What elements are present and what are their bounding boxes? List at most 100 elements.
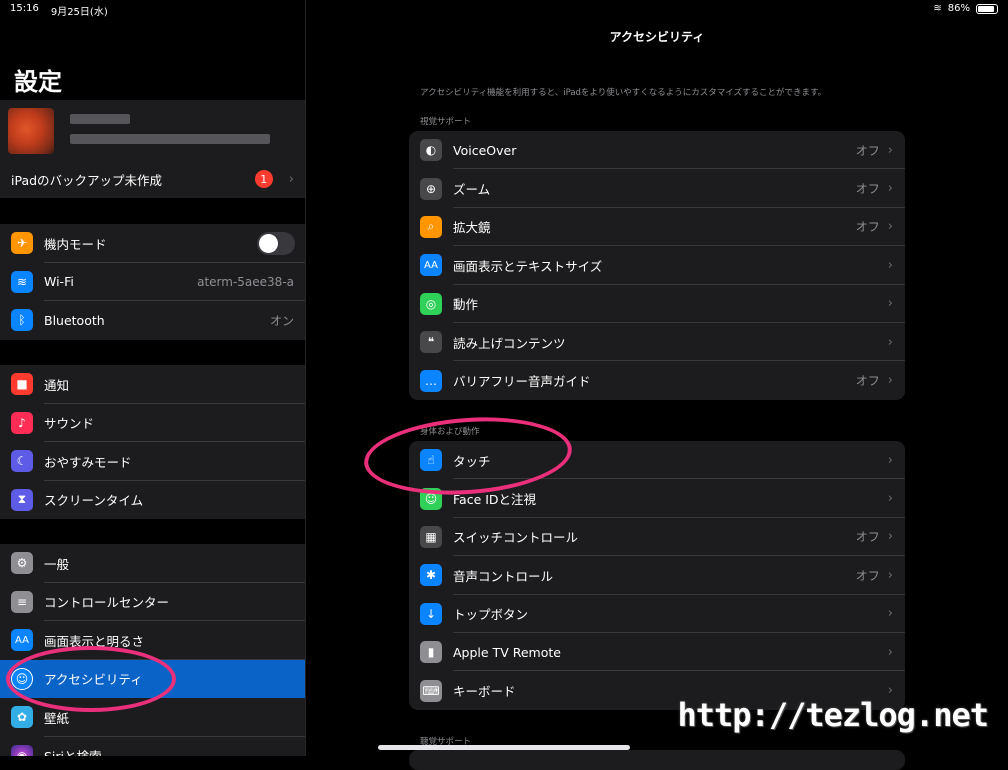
section-header-vision: 視覚サポート bbox=[420, 117, 472, 127]
sidebar-item-label: コントロールセンター bbox=[44, 595, 170, 611]
setting-label: 読み上げコンテンツ bbox=[453, 335, 566, 351]
audio-description-icon: … bbox=[420, 369, 442, 392]
bluetooth-icon: ᛒ bbox=[11, 309, 33, 332]
sidebar-item-label: Wi-Fi bbox=[44, 274, 74, 290]
sidebar-item-do-not-disturb[interactable]: ☾ おやすみモード bbox=[0, 442, 305, 481]
chevron-right-icon: › bbox=[887, 491, 893, 507]
setting-top-button[interactable]: ↓ トップボタン › bbox=[409, 595, 905, 634]
setting-audio-descriptions[interactable]: … バリアフリー音声ガイド オフ › bbox=[409, 361, 905, 399]
text-size-icon: AA bbox=[420, 254, 442, 277]
backup-label: iPadのバックアップ未作成 bbox=[11, 172, 163, 188]
chevron-right-icon: › bbox=[887, 452, 893, 468]
magnifier-icon: ⌕ bbox=[420, 215, 442, 238]
bluetooth-status: オン bbox=[269, 313, 294, 328]
sidebar-item-airplane-mode[interactable]: ✈ 機内モード bbox=[0, 224, 305, 263]
battery-percent: 86% bbox=[947, 3, 970, 14]
sidebar-group-notifications: ■ 通知 ♪ サウンド ☾ おやすみモード ⧗ スクリーンタイム bbox=[0, 365, 305, 520]
setting-zoom[interactable]: ⊕ ズーム オフ › bbox=[409, 169, 905, 209]
setting-voice-control[interactable]: ✱ 音声コントロール オフ › bbox=[409, 556, 905, 595]
sidebar-item-label: 機内モード bbox=[44, 236, 107, 252]
chevron-right-icon: › bbox=[887, 373, 893, 389]
setting-voiceover[interactable]: ◐ VoiceOver オフ › bbox=[409, 131, 905, 170]
accessibility-panel: アクセシビリティ アクセシビリティ機能を利用すると、iPadをより使いやすくなる… bbox=[306, 0, 1008, 770]
setting-value: オフ bbox=[855, 220, 880, 235]
zoom-icon: ⊕ bbox=[420, 177, 442, 200]
setting-value: オフ bbox=[855, 568, 880, 583]
setting-label: 動作 bbox=[453, 297, 479, 313]
setting-switch-control[interactable]: ▦ スイッチコントロール オフ › bbox=[409, 518, 905, 557]
sidebar-item-wifi[interactable]: ≋ Wi-Fi aterm-5aee38-a bbox=[0, 263, 305, 302]
page-title: アクセシビリティ bbox=[609, 30, 705, 44]
sidebar-item-label: 通知 bbox=[44, 377, 70, 393]
sidebar-item-label: おやすみモード bbox=[44, 454, 132, 470]
sound-icon: ♪ bbox=[11, 411, 33, 434]
spoken-content-icon: ❝ bbox=[420, 331, 442, 354]
chevron-right-icon: › bbox=[887, 334, 893, 350]
backup-warning-row[interactable]: iPadのバックアップ未作成 1 › bbox=[0, 160, 305, 198]
chevron-right-icon: › bbox=[887, 181, 893, 197]
blurred-subtitle bbox=[70, 134, 270, 144]
avatar bbox=[8, 108, 54, 154]
motion-icon: ◎ bbox=[420, 292, 442, 315]
sidebar-item-label: Siriと検索 bbox=[44, 746, 305, 756]
backup-badge: 1 bbox=[254, 170, 273, 188]
toggles-icon: ≡ bbox=[11, 590, 33, 613]
settings-sidebar: 設定 iPadのバックアップ未作成 1 › ✈ 機内モード ≋ Wi-Fi at… bbox=[0, 0, 306, 756]
sidebar-group-connectivity: ✈ 機内モード ≋ Wi-Fi aterm-5aee38-a ᛒ Bluetoo… bbox=[0, 224, 305, 340]
setting-label: バリアフリー音声ガイド bbox=[453, 374, 591, 390]
setting-magnifier[interactable]: ⌕ 拡大鏡 オフ › bbox=[409, 208, 905, 247]
switch-control-icon: ▦ bbox=[420, 525, 442, 548]
sidebar-item-notifications[interactable]: ■ 通知 bbox=[0, 365, 305, 404]
airplane-icon: ✈ bbox=[11, 232, 33, 255]
gear-icon: ⚙ bbox=[11, 552, 33, 575]
setting-label: 拡大鏡 bbox=[453, 220, 491, 236]
moon-icon: ☾ bbox=[11, 450, 33, 473]
setting-value: オフ bbox=[855, 143, 880, 158]
setting-label: スイッチコントロール bbox=[453, 530, 579, 546]
chevron-right-icon: › bbox=[887, 296, 893, 312]
sidebar-item-sound[interactable]: ♪ サウンド bbox=[0, 404, 305, 443]
sidebar-title: 設定 bbox=[14, 68, 62, 96]
setting-label: トップボタン bbox=[453, 607, 529, 623]
setting-label: VoiceOver bbox=[453, 142, 517, 158]
battery-icon bbox=[976, 3, 998, 14]
wifi-icon: ≋ bbox=[11, 270, 33, 293]
airplane-mode-toggle[interactable] bbox=[257, 231, 295, 255]
sidebar-item-control-center[interactable]: ≡ コントロールセンター bbox=[0, 583, 305, 622]
wallpaper-icon: ✿ bbox=[11, 706, 33, 729]
chevron-right-icon: › bbox=[887, 219, 893, 235]
page-description: アクセシビリティ機能を利用すると、iPadをより使いやすくなるようにカスタマイズ… bbox=[420, 88, 827, 98]
setting-apple-tv-remote[interactable]: ▮ Apple TV Remote › bbox=[409, 633, 905, 672]
sidebar-item-siri-search[interactable]: ◉ Siriと検索 bbox=[0, 737, 305, 756]
display-icon: AA bbox=[11, 629, 33, 652]
vision-settings-group: ◐ VoiceOver オフ › ⊕ ズーム オフ › ⌕ 拡大鏡 オフ › A… bbox=[409, 131, 905, 400]
voice-control-icon: ✱ bbox=[420, 564, 442, 587]
sidebar-item-screen-time[interactable]: ⧗ スクリーンタイム bbox=[0, 481, 305, 520]
setting-label: 画面表示とテキストサイズ bbox=[453, 258, 603, 274]
top-button-icon: ↓ bbox=[420, 602, 442, 625]
chevron-right-icon: › bbox=[887, 257, 893, 273]
hourglass-icon: ⧗ bbox=[11, 488, 33, 511]
hearing-settings-group bbox=[409, 750, 905, 770]
setting-value: オフ bbox=[855, 374, 880, 389]
setting-label: Face IDと注視 bbox=[453, 492, 537, 508]
highlight-circle-accessibility bbox=[6, 646, 176, 712]
status-date: 9月25日(水) bbox=[50, 7, 108, 18]
sidebar-item-bluetooth[interactable]: ᛒ Bluetooth オン bbox=[0, 301, 305, 340]
setting-spoken-content[interactable]: ❝ 読み上げコンテンツ › bbox=[409, 323, 905, 362]
remote-icon: ▮ bbox=[420, 641, 442, 664]
setting-label: Apple TV Remote bbox=[453, 644, 561, 660]
wifi-network-name: aterm-5aee38-a bbox=[197, 274, 294, 289]
sidebar-item-general[interactable]: ⚙ 一般 bbox=[0, 544, 305, 583]
setting-motion[interactable]: ◎ 動作 › bbox=[409, 285, 905, 324]
siri-icon: ◉ bbox=[11, 744, 33, 756]
apple-id-profile[interactable] bbox=[0, 100, 305, 160]
sidebar-item-label: スクリーンタイム bbox=[44, 493, 144, 509]
voiceover-icon: ◐ bbox=[420, 139, 442, 162]
chevron-right-icon: › bbox=[288, 171, 294, 187]
setting-display-text-size[interactable]: AA 画面表示とテキストサイズ › bbox=[409, 246, 905, 285]
setting-value: オフ bbox=[855, 530, 880, 545]
home-indicator[interactable] bbox=[378, 745, 630, 750]
keyboard-icon: ⌨ bbox=[420, 679, 442, 702]
status-time: 15:16 bbox=[10, 3, 39, 14]
